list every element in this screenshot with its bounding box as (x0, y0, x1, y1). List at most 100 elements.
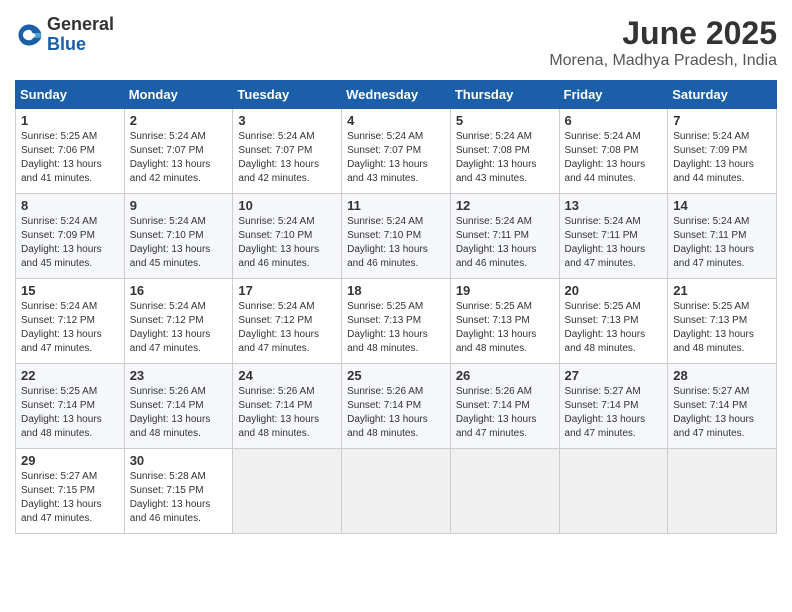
day-number: 28 (673, 368, 771, 383)
calendar-cell: 28 Sunrise: 5:27 AMSunset: 7:14 PMDaylig… (668, 364, 777, 449)
calendar-cell: 30 Sunrise: 5:28 AMSunset: 7:15 PMDaylig… (124, 449, 233, 534)
header-sunday: Sunday (16, 81, 125, 109)
logo-icon (15, 21, 43, 49)
logo: General Blue (15, 15, 114, 55)
day-info: Sunrise: 5:24 AMSunset: 7:07 PMDaylight:… (238, 131, 319, 184)
day-number: 29 (21, 453, 119, 468)
calendar-cell: 27 Sunrise: 5:27 AMSunset: 7:14 PMDaylig… (559, 364, 668, 449)
calendar-cell: 12 Sunrise: 5:24 AMSunset: 7:11 PMDaylig… (450, 194, 559, 279)
day-info: Sunrise: 5:24 AMSunset: 7:11 PMDaylight:… (565, 216, 646, 269)
day-info: Sunrise: 5:26 AMSunset: 7:14 PMDaylight:… (347, 386, 428, 439)
logo-general-text: General (47, 14, 114, 34)
day-number: 17 (238, 283, 336, 298)
day-number: 4 (347, 113, 445, 128)
calendar-cell: 17 Sunrise: 5:24 AMSunset: 7:12 PMDaylig… (233, 279, 342, 364)
day-number: 30 (130, 453, 228, 468)
title-section: June 2025 Morena, Madhya Pradesh, India (549, 15, 777, 70)
day-number: 15 (21, 283, 119, 298)
calendar-cell: 13 Sunrise: 5:24 AMSunset: 7:11 PMDaylig… (559, 194, 668, 279)
day-number: 8 (21, 198, 119, 213)
calendar-table: Sunday Monday Tuesday Wednesday Thursday… (15, 80, 777, 534)
header-monday: Monday (124, 81, 233, 109)
day-number: 16 (130, 283, 228, 298)
day-info: Sunrise: 5:24 AMSunset: 7:12 PMDaylight:… (238, 301, 319, 354)
calendar-cell: 1 Sunrise: 5:25 AMSunset: 7:06 PMDayligh… (16, 109, 125, 194)
week-row-2: 8 Sunrise: 5:24 AMSunset: 7:09 PMDayligh… (16, 194, 777, 279)
calendar-cell: 10 Sunrise: 5:24 AMSunset: 7:10 PMDaylig… (233, 194, 342, 279)
day-info: Sunrise: 5:25 AMSunset: 7:14 PMDaylight:… (21, 386, 102, 439)
day-number: 12 (456, 198, 554, 213)
day-info: Sunrise: 5:26 AMSunset: 7:14 PMDaylight:… (238, 386, 319, 439)
calendar-cell: 21 Sunrise: 5:25 AMSunset: 7:13 PMDaylig… (668, 279, 777, 364)
day-number: 18 (347, 283, 445, 298)
calendar-cell: 4 Sunrise: 5:24 AMSunset: 7:07 PMDayligh… (342, 109, 451, 194)
day-number: 22 (21, 368, 119, 383)
day-info: Sunrise: 5:26 AMSunset: 7:14 PMDaylight:… (456, 386, 537, 439)
calendar-cell: 19 Sunrise: 5:25 AMSunset: 7:13 PMDaylig… (450, 279, 559, 364)
day-info: Sunrise: 5:24 AMSunset: 7:10 PMDaylight:… (238, 216, 319, 269)
calendar-cell: 24 Sunrise: 5:26 AMSunset: 7:14 PMDaylig… (233, 364, 342, 449)
day-info: Sunrise: 5:24 AMSunset: 7:11 PMDaylight:… (673, 216, 754, 269)
calendar-cell: 29 Sunrise: 5:27 AMSunset: 7:15 PMDaylig… (16, 449, 125, 534)
day-number: 19 (456, 283, 554, 298)
page-container: General Blue June 2025 Morena, Madhya Pr… (15, 15, 777, 534)
day-info: Sunrise: 5:25 AMSunset: 7:13 PMDaylight:… (456, 301, 537, 354)
day-info: Sunrise: 5:24 AMSunset: 7:08 PMDaylight:… (456, 131, 537, 184)
day-info: Sunrise: 5:26 AMSunset: 7:14 PMDaylight:… (130, 386, 211, 439)
day-number: 7 (673, 113, 771, 128)
calendar-cell: 14 Sunrise: 5:24 AMSunset: 7:11 PMDaylig… (668, 194, 777, 279)
calendar-subtitle: Morena, Madhya Pradesh, India (549, 52, 777, 70)
day-info: Sunrise: 5:28 AMSunset: 7:15 PMDaylight:… (130, 471, 211, 524)
day-info: Sunrise: 5:24 AMSunset: 7:08 PMDaylight:… (565, 131, 646, 184)
day-number: 6 (565, 113, 663, 128)
day-info: Sunrise: 5:27 AMSunset: 7:14 PMDaylight:… (673, 386, 754, 439)
week-row-1: 1 Sunrise: 5:25 AMSunset: 7:06 PMDayligh… (16, 109, 777, 194)
calendar-cell: 23 Sunrise: 5:26 AMSunset: 7:14 PMDaylig… (124, 364, 233, 449)
day-number: 21 (673, 283, 771, 298)
header: General Blue June 2025 Morena, Madhya Pr… (15, 15, 777, 70)
logo-blue-text: Blue (47, 34, 86, 54)
header-row: Sunday Monday Tuesday Wednesday Thursday… (16, 81, 777, 109)
calendar-cell (450, 449, 559, 534)
day-info: Sunrise: 5:24 AMSunset: 7:07 PMDaylight:… (347, 131, 428, 184)
calendar-cell: 16 Sunrise: 5:24 AMSunset: 7:12 PMDaylig… (124, 279, 233, 364)
header-tuesday: Tuesday (233, 81, 342, 109)
day-number: 26 (456, 368, 554, 383)
header-saturday: Saturday (668, 81, 777, 109)
calendar-cell: 2 Sunrise: 5:24 AMSunset: 7:07 PMDayligh… (124, 109, 233, 194)
calendar-title: June 2025 (549, 15, 777, 52)
header-thursday: Thursday (450, 81, 559, 109)
calendar-cell: 9 Sunrise: 5:24 AMSunset: 7:10 PMDayligh… (124, 194, 233, 279)
day-info: Sunrise: 5:24 AMSunset: 7:07 PMDaylight:… (130, 131, 211, 184)
calendar-cell: 6 Sunrise: 5:24 AMSunset: 7:08 PMDayligh… (559, 109, 668, 194)
calendar-cell: 26 Sunrise: 5:26 AMSunset: 7:14 PMDaylig… (450, 364, 559, 449)
calendar-cell: 25 Sunrise: 5:26 AMSunset: 7:14 PMDaylig… (342, 364, 451, 449)
calendar-cell: 8 Sunrise: 5:24 AMSunset: 7:09 PMDayligh… (16, 194, 125, 279)
header-friday: Friday (559, 81, 668, 109)
day-number: 9 (130, 198, 228, 213)
day-number: 20 (565, 283, 663, 298)
day-number: 1 (21, 113, 119, 128)
calendar-cell: 11 Sunrise: 5:24 AMSunset: 7:10 PMDaylig… (342, 194, 451, 279)
day-info: Sunrise: 5:25 AMSunset: 7:13 PMDaylight:… (673, 301, 754, 354)
header-wednesday: Wednesday (342, 81, 451, 109)
calendar-cell: 22 Sunrise: 5:25 AMSunset: 7:14 PMDaylig… (16, 364, 125, 449)
day-info: Sunrise: 5:25 AMSunset: 7:13 PMDaylight:… (565, 301, 646, 354)
calendar-cell (233, 449, 342, 534)
day-info: Sunrise: 5:24 AMSunset: 7:10 PMDaylight:… (347, 216, 428, 269)
calendar-cell: 5 Sunrise: 5:24 AMSunset: 7:08 PMDayligh… (450, 109, 559, 194)
calendar-cell: 20 Sunrise: 5:25 AMSunset: 7:13 PMDaylig… (559, 279, 668, 364)
week-row-5: 29 Sunrise: 5:27 AMSunset: 7:15 PMDaylig… (16, 449, 777, 534)
calendar-cell: 7 Sunrise: 5:24 AMSunset: 7:09 PMDayligh… (668, 109, 777, 194)
day-info: Sunrise: 5:24 AMSunset: 7:11 PMDaylight:… (456, 216, 537, 269)
day-number: 24 (238, 368, 336, 383)
day-info: Sunrise: 5:24 AMSunset: 7:10 PMDaylight:… (130, 216, 211, 269)
day-number: 11 (347, 198, 445, 213)
day-number: 5 (456, 113, 554, 128)
week-row-4: 22 Sunrise: 5:25 AMSunset: 7:14 PMDaylig… (16, 364, 777, 449)
day-info: Sunrise: 5:24 AMSunset: 7:12 PMDaylight:… (130, 301, 211, 354)
day-info: Sunrise: 5:24 AMSunset: 7:09 PMDaylight:… (21, 216, 102, 269)
day-number: 25 (347, 368, 445, 383)
day-number: 13 (565, 198, 663, 213)
day-info: Sunrise: 5:27 AMSunset: 7:15 PMDaylight:… (21, 471, 102, 524)
